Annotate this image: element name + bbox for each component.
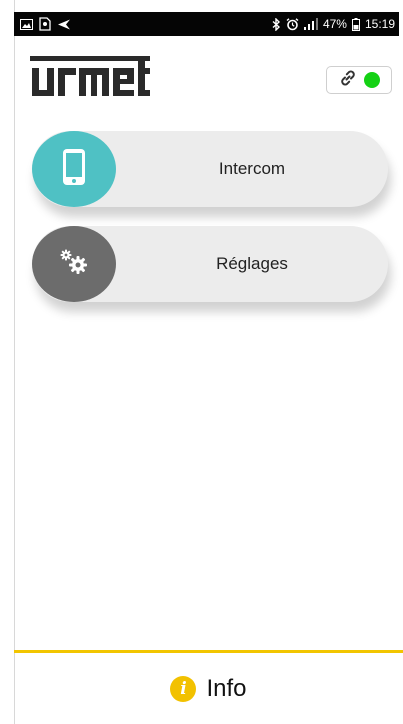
intercom-button[interactable]: Intercom	[32, 131, 388, 207]
sim-icon	[38, 17, 52, 31]
info-icon: i	[170, 675, 197, 702]
connection-status-button[interactable]	[326, 66, 392, 94]
bluetooth-icon	[272, 17, 281, 31]
smartphone-icon	[62, 148, 86, 191]
battery-icon	[351, 17, 360, 31]
settings-button[interactable]: Réglages	[32, 226, 388, 302]
info-button[interactable]: i Info	[14, 653, 403, 724]
status-indicator-dot	[364, 72, 380, 88]
gallery-icon	[20, 18, 33, 30]
clock: 15:19	[364, 17, 395, 31]
urmet-logo	[30, 56, 155, 100]
intercom-label: Intercom	[218, 159, 286, 178]
intercom-circle	[32, 131, 116, 207]
battery-percentage: 47%	[322, 17, 347, 31]
settings-label: Réglages	[216, 254, 288, 273]
info-label: Info	[206, 674, 247, 702]
send-icon	[57, 19, 71, 30]
window-frame-left	[0, 0, 15, 724]
settings-circle	[32, 226, 116, 302]
gears-icon	[59, 248, 89, 281]
link-icon	[338, 68, 358, 93]
window-frame-right	[399, 0, 403, 724]
app-header	[30, 56, 392, 106]
signal-icon	[303, 18, 318, 30]
status-bar: 47% 15:19	[14, 12, 399, 36]
alarm-icon	[286, 17, 299, 31]
